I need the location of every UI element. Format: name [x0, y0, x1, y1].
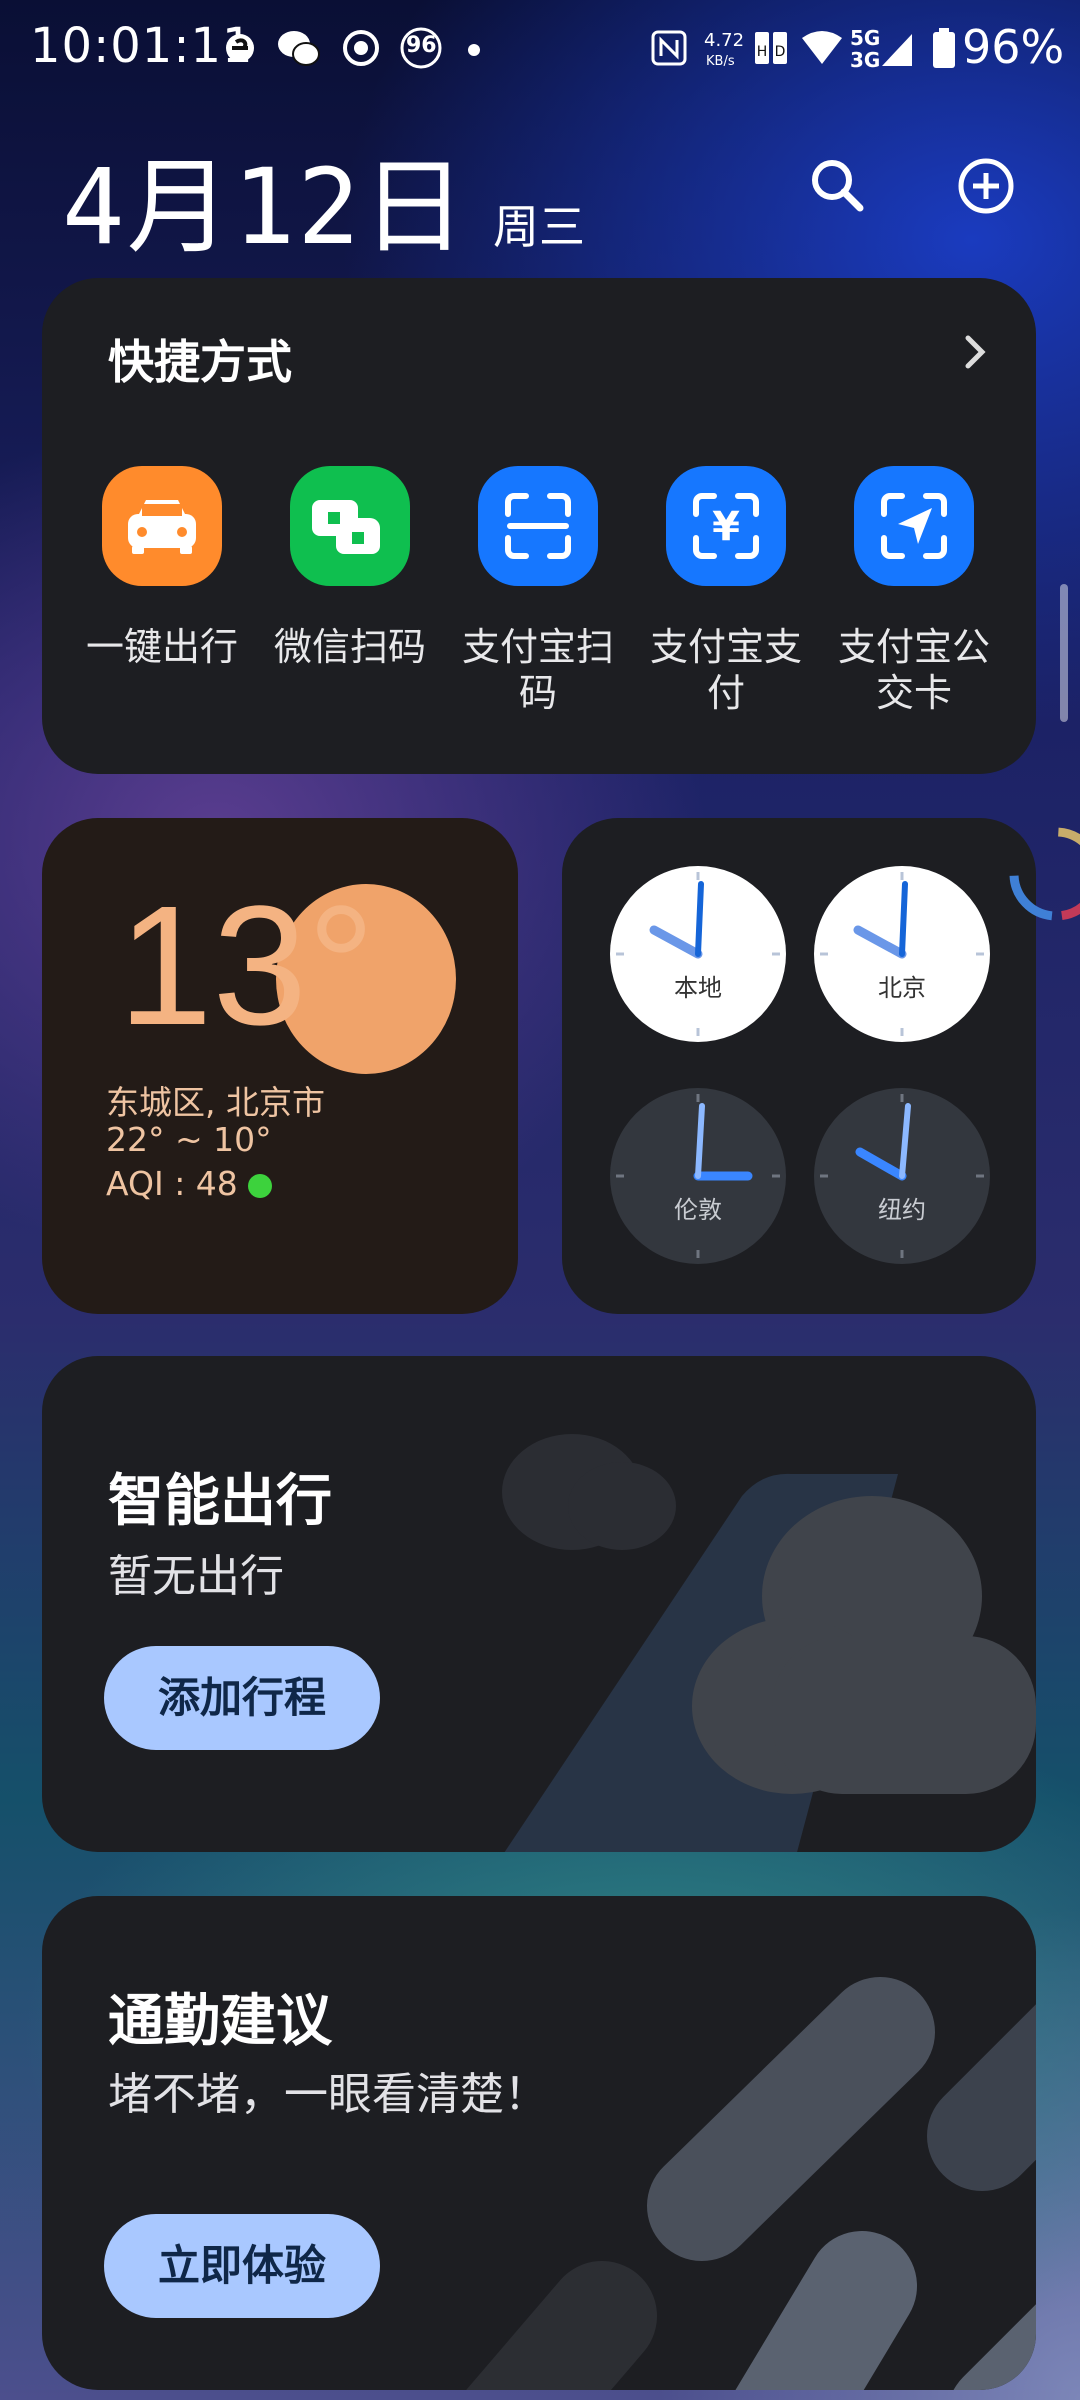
signal-3g-label: 3G: [850, 48, 881, 72]
scrollbar[interactable]: [1060, 584, 1068, 722]
commute-title: 通勤建议: [108, 1989, 332, 2054]
shortcut-label: 微信扫码: [273, 625, 426, 669]
signal-strength-icon: [882, 34, 912, 66]
svg-text:H: H: [757, 44, 768, 60]
aqi-status-dot: [247, 1173, 272, 1198]
wechat-notification-icon: [278, 31, 320, 66]
record-notification-icon: [343, 30, 379, 66]
more-notifications-dot: [468, 44, 480, 56]
weather-aqi-row: AQI : 48: [106, 1164, 272, 1203]
clock-beijing: 北京: [812, 864, 992, 1044]
smart-travel-card[interactable]: 智能出行 暂无出行 添加行程: [42, 1356, 1036, 1852]
wechat-scan-icon: [290, 466, 410, 586]
svg-text:¥: ¥: [712, 504, 740, 550]
svg-text:D: D: [775, 44, 786, 60]
shortcuts-title: 快捷方式: [108, 335, 292, 389]
shortcut-ride[interactable]: 一键出行: [68, 466, 256, 670]
alipay-scan-icon: [478, 466, 598, 586]
clock-newyork: 纽约: [812, 1086, 992, 1266]
clock-local: 本地: [608, 864, 788, 1044]
clock-label: 本地: [674, 974, 722, 1002]
car-icon: [102, 466, 222, 586]
clock-label: 伦敦: [674, 1196, 722, 1224]
date-header: 4月12日 周三: [62, 122, 585, 268]
smart-travel-subtitle: 暂无出行: [108, 1551, 284, 1602]
try-now-button[interactable]: 立即体验: [104, 2214, 380, 2318]
shortcut-label: 一键出行: [85, 625, 238, 669]
weather-range: 22° ~ 10°: [106, 1120, 272, 1159]
commute-subtitle: 堵不堵，一眼看清楚！: [108, 2069, 548, 2120]
clock-label: 北京: [878, 974, 926, 1002]
add-widget-icon[interactable]: [950, 150, 1022, 222]
alipay-pay-icon: ¥: [666, 466, 786, 586]
network-speed-unit: KB/s: [706, 54, 735, 69]
app-notification-icon: [226, 34, 254, 62]
shortcut-alipay-scan[interactable]: 支付宝扫码: [444, 466, 632, 716]
clock-label: 纽约: [878, 1196, 926, 1224]
shortcut-alipay-pay[interactable]: ¥ 支付宝支付: [632, 466, 820, 716]
shortcut-wechat-scan[interactable]: 微信扫码: [256, 466, 444, 670]
shortcut-label: 支付宝公交卡: [837, 625, 990, 715]
alipay-bus-icon: [854, 466, 974, 586]
shortcut-alipay-bus[interactable]: 支付宝公交卡: [820, 466, 1008, 716]
badge-number: 96: [406, 33, 437, 58]
weather-location: 东城区, 北京市: [106, 1083, 325, 1122]
wifi-icon: [802, 31, 842, 64]
smart-travel-title: 智能出行: [108, 1469, 332, 1534]
status-time: 10:01:11: [30, 18, 254, 74]
commute-card[interactable]: 通勤建议 堵不堵，一眼看清楚！ 立即体验: [42, 1896, 1036, 2390]
weather-card[interactable]: 13° 东城区, 北京市 22° ~ 10° AQI : 48: [42, 818, 518, 1314]
shortcut-label: 支付宝扫码: [461, 625, 614, 715]
shortcuts-card: 快捷方式 一键出行 微信扫码 支付宝扫码 ¥ 支付宝支付 支付宝公交卡: [42, 278, 1036, 774]
floating-ring-icon[interactable]: [996, 822, 1080, 926]
weather-aqi: AQI : 48: [106, 1164, 238, 1203]
shortcut-label: 支付宝支付: [649, 625, 802, 715]
search-icon[interactable]: [802, 150, 874, 222]
signal-5g-label: 5G: [850, 26, 881, 50]
battery-icon: [933, 28, 955, 68]
add-trip-button[interactable]: 添加行程: [104, 1646, 380, 1750]
network-speed: 4.72: [704, 30, 745, 51]
date-label: 4月12日: [62, 146, 468, 268]
hd-icon: HD: [755, 32, 787, 64]
clock-london: 伦敦: [608, 1086, 788, 1266]
chevron-right-icon[interactable]: [954, 330, 994, 374]
world-clock-card[interactable]: 本地 北京 伦敦 纽约: [562, 818, 1036, 1314]
temperature: 13°: [118, 871, 376, 1061]
nfc-icon: [651, 30, 687, 66]
status-bar: 10:01:11 96 4.72 KB/s HD 5G 3G 96%: [0, 0, 1080, 96]
weekday-label: 周三: [492, 200, 585, 254]
battery-percent: 96%: [962, 20, 1065, 74]
travel-illustration: [502, 1434, 1036, 1852]
